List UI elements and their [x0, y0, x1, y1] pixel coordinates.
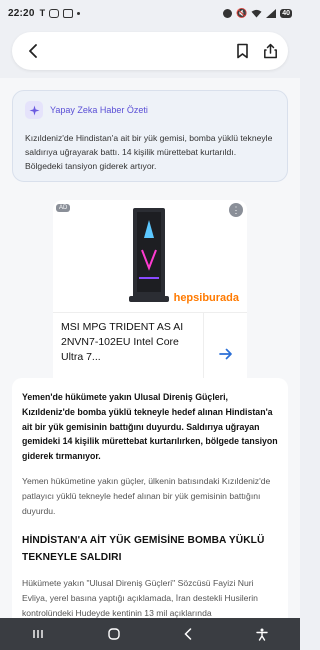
bookmark-button[interactable]	[236, 43, 249, 59]
signal-icon	[266, 8, 277, 18]
share-button[interactable]	[263, 43, 278, 59]
article-paragraph: Hükümete yakın "Ulusal Direniş Güçleri" …	[22, 578, 258, 618]
recents-icon	[33, 630, 43, 638]
text-icon: T	[39, 8, 46, 18]
home-button[interactable]	[108, 628, 120, 640]
screen: 22:20 T 🔇 40 Yapay Zeka Haber Özeti Kızı…	[0, 0, 300, 650]
home-icon	[108, 628, 120, 640]
more-vertical-icon: ⋮	[231, 204, 241, 215]
ad-options-button[interactable]: ⋮	[229, 203, 243, 217]
instagram-icon	[49, 8, 60, 18]
system-nav-bar	[0, 618, 300, 650]
gallery-icon	[63, 8, 74, 18]
ai-summary-text: Kızıldeniz'de Hindistan'a ait bir yük ge…	[25, 133, 273, 171]
pc-tower-image	[129, 208, 169, 302]
article-toolbar	[12, 32, 288, 70]
wifi-icon	[251, 9, 262, 17]
product-image: AD ⋮ hepsiburada	[53, 200, 247, 326]
status-time: 22:20	[8, 7, 35, 19]
article-lead: Yemen'de hükümete yakın Ulusal Direniş G…	[22, 392, 278, 462]
nav-back-button[interactable]	[184, 628, 192, 640]
recents-button[interactable]	[32, 629, 44, 639]
article-subheading: HİNDİSTAN'A AİT YÜK GEMİSİNE BOMBA YÜKLÜ…	[22, 535, 265, 564]
ad-label: AD	[56, 204, 71, 212]
article-body: Yemen'de hükümete yakın Ulusal Direniş G…	[12, 378, 288, 638]
bookmark-icon	[237, 43, 248, 59]
brand-logo: hepsiburada	[173, 292, 239, 304]
back-arrow-icon	[29, 44, 37, 58]
status-bar: 22:20 T 🔇 40	[0, 0, 300, 26]
back-button[interactable]	[22, 40, 44, 62]
ai-summary-card: Yapay Zeka Haber Özeti Kızıldeniz'de Hin…	[12, 90, 288, 182]
article-paragraph: Yemen hükümetine yakın güçler, ülkenin b…	[22, 475, 271, 516]
dnd-icon	[222, 8, 232, 18]
dot-icon	[77, 11, 81, 15]
ai-summary-title: Yapay Zeka Haber Özeti	[50, 105, 148, 115]
sparkle-icon	[25, 101, 43, 119]
arrow-right-icon	[218, 348, 232, 359]
accessibility-button[interactable]	[256, 628, 268, 641]
system-icons: 🔇 40	[222, 7, 292, 19]
share-icon	[264, 43, 277, 59]
back-icon	[184, 628, 192, 640]
news-content[interactable]: Yapay Zeka Haber Özeti Kızıldeniz'de Hin…	[0, 78, 300, 638]
accessibility-icon	[256, 628, 268, 641]
mute-icon: 🔇	[235, 7, 248, 18]
battery-level: 40	[280, 8, 292, 18]
notification-icons: T	[40, 8, 81, 18]
